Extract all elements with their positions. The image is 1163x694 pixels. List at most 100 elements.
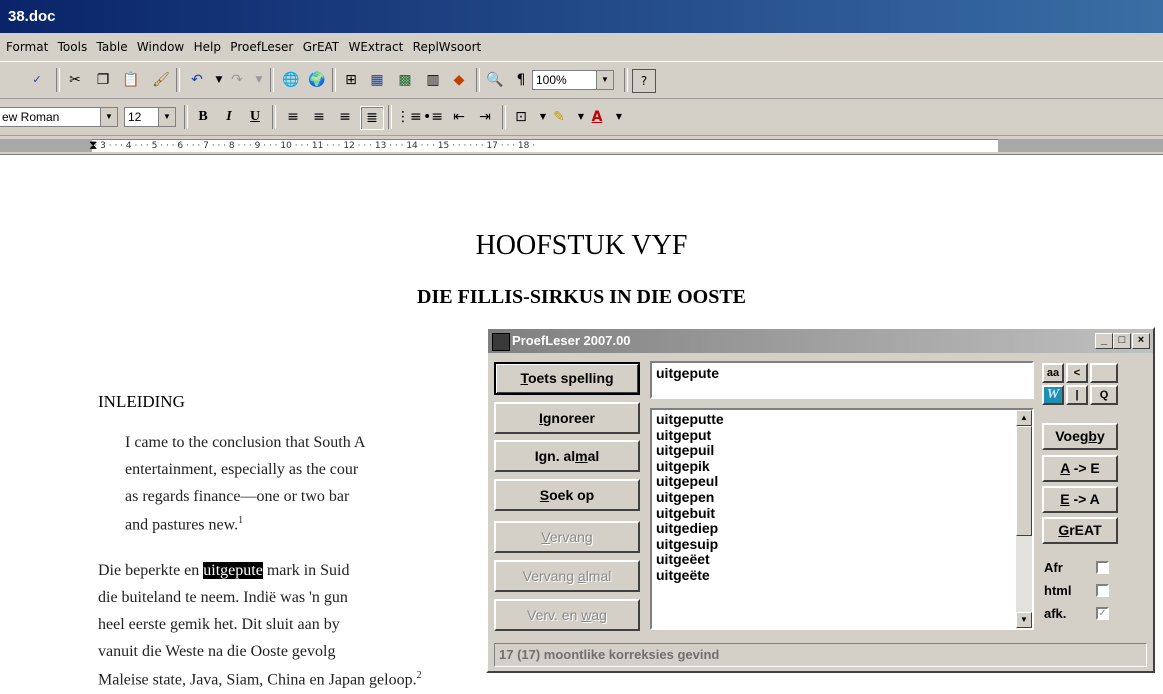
align-right-icon[interactable]: ≡ bbox=[334, 106, 356, 128]
replace-button[interactable]: Vervang bbox=[494, 521, 640, 553]
suggestions-list[interactable]: uitgeputte uitgeput uitgepuil uitgepik u… bbox=[650, 408, 1034, 630]
q-button[interactable]: Q bbox=[1090, 385, 1118, 405]
suggestion-item[interactable]: uitgepen bbox=[656, 489, 1028, 506]
decrease-indent-icon[interactable]: ⇤ bbox=[448, 106, 470, 128]
highlighted-word[interactable]: uitgepute bbox=[203, 562, 263, 579]
web-toolbar-icon[interactable]: 🌍 bbox=[306, 69, 328, 91]
window-title-bar[interactable]: 38.doc bbox=[0, 0, 1163, 33]
highlight-icon[interactable]: ✎ bbox=[548, 106, 570, 128]
dialog-title-bar[interactable]: ProefLeser 2007.00 _ □ × bbox=[488, 329, 1153, 353]
previous-button[interactable]: < bbox=[1066, 363, 1088, 383]
close-icon[interactable]: × bbox=[1132, 333, 1150, 349]
menu-wextract[interactable]: WExtract bbox=[348, 33, 403, 61]
suggestion-item[interactable]: uitgeput bbox=[656, 427, 1028, 444]
menu-help[interactable]: Help bbox=[194, 33, 221, 61]
html-checkbox[interactable] bbox=[1096, 584, 1109, 597]
button-label-post: rEAT bbox=[1069, 522, 1102, 538]
quote-line: I came to the conclusion that South A bbox=[125, 434, 366, 451]
cut-icon[interactable]: ✂ bbox=[64, 69, 86, 91]
suggestions-scrollbar[interactable]: ▲ ▼ bbox=[1016, 410, 1032, 628]
suggestion-item[interactable]: uitgepik bbox=[656, 458, 1028, 475]
indent-marker-icon[interactable]: ⧗ bbox=[89, 138, 97, 153]
spelling-icon[interactable]: ✓ bbox=[26, 69, 48, 91]
ignore-button[interactable]: Ignoreer bbox=[494, 402, 640, 434]
font-name-combo[interactable]: ew Roman ▼ bbox=[0, 107, 118, 127]
numbering-icon[interactable]: ⋮≡ bbox=[396, 106, 422, 128]
scroll-down-icon[interactable]: ▼ bbox=[1016, 612, 1032, 628]
menu-proefleser[interactable]: ProefLeser bbox=[230, 33, 293, 61]
add-word-button[interactable]: Voegby bbox=[1042, 423, 1118, 450]
chevron-down-icon[interactable]: ▼ bbox=[100, 108, 117, 126]
align-center-icon[interactable]: ≡ bbox=[308, 106, 330, 128]
insert-table-icon[interactable]: ▦ bbox=[366, 69, 388, 91]
redo-icon[interactable]: ↷ bbox=[226, 69, 248, 91]
paste-icon[interactable]: 📋 bbox=[120, 69, 142, 91]
word-icon[interactable]: W bbox=[1042, 385, 1064, 405]
footnote-ref[interactable]: 1 bbox=[238, 515, 243, 526]
button-label-post: al bbox=[587, 448, 600, 464]
undo-icon[interactable]: ↶ bbox=[186, 69, 208, 91]
maximize-icon[interactable]: □ bbox=[1113, 333, 1131, 349]
font-size-combo[interactable]: 12 ▼ bbox=[124, 107, 176, 127]
great-button[interactable]: GrEAT bbox=[1042, 517, 1118, 544]
show-hide-icon[interactable]: ¶ bbox=[510, 69, 532, 91]
suggestion-item[interactable]: uitgeëet bbox=[656, 552, 1028, 568]
underline-icon[interactable]: U bbox=[244, 106, 266, 128]
ruler-margin-right bbox=[998, 139, 1163, 152]
afk-checkbox[interactable]: ✓ bbox=[1096, 607, 1109, 620]
suggestion-item[interactable]: uitgediep bbox=[656, 521, 1028, 537]
ignore-all-button[interactable]: Ign. almal bbox=[494, 440, 640, 472]
replace-all-button[interactable]: Vervang almal bbox=[494, 560, 640, 592]
blank-button[interactable] bbox=[1090, 363, 1118, 383]
bullets-icon[interactable]: •≡ bbox=[422, 106, 444, 128]
scroll-up-icon[interactable]: ▲ bbox=[1016, 410, 1032, 426]
minimize-icon[interactable]: _ bbox=[1095, 333, 1113, 349]
redo-dropdown-icon[interactable]: ▼ bbox=[248, 69, 270, 91]
italic-icon[interactable]: I bbox=[218, 106, 240, 128]
chevron-down-icon[interactable]: ▼ bbox=[158, 108, 175, 126]
increase-indent-icon[interactable]: ⇥ bbox=[474, 106, 496, 128]
lowercase-button[interactable]: aa bbox=[1042, 363, 1064, 383]
suggestion-item[interactable]: uitgepuil bbox=[656, 443, 1028, 459]
copy-icon[interactable]: ❐ bbox=[92, 69, 114, 91]
align-left-icon[interactable]: ≡ bbox=[282, 106, 304, 128]
font-size-value: 12 bbox=[128, 110, 142, 124]
insert-hyperlink-icon[interactable]: 🌐 bbox=[280, 69, 302, 91]
english-to-afrikaans-button[interactable]: E -> A bbox=[1042, 486, 1118, 513]
bold-icon[interactable]: B bbox=[192, 106, 214, 128]
suggestion-item[interactable]: uitgepeul bbox=[656, 474, 1028, 490]
justify-icon[interactable]: ≣ bbox=[360, 106, 384, 130]
afr-checkbox[interactable] bbox=[1096, 561, 1109, 574]
menu-format[interactable]: Format bbox=[6, 33, 48, 61]
scroll-thumb[interactable] bbox=[1016, 426, 1032, 536]
document-map-icon[interactable]: 🔍 bbox=[484, 69, 506, 91]
drawing-icon[interactable]: ◆ bbox=[448, 69, 470, 91]
suggestion-item[interactable]: uitgeputte bbox=[656, 411, 1028, 428]
suggestion-item[interactable]: uitgebuit bbox=[656, 505, 1028, 522]
misspelled-word-field[interactable]: uitgepute bbox=[650, 361, 1034, 399]
ruler[interactable]: · 1 · · · · · · 1 · · · 2 · · · 3 · · · … bbox=[0, 136, 1163, 155]
replace-and-wait-button[interactable]: Verv. en wag bbox=[494, 599, 640, 631]
help-icon[interactable]: ? bbox=[632, 69, 656, 93]
suggestion-item[interactable]: uitgesuip bbox=[656, 536, 1028, 553]
borders-icon[interactable]: ⊡ bbox=[510, 106, 532, 128]
columns-icon[interactable]: ▥ bbox=[422, 69, 444, 91]
chevron-down-icon[interactable]: ▼ bbox=[596, 71, 613, 89]
check-spelling-button[interactable]: Toets spelling bbox=[494, 362, 640, 395]
afrikaans-to-english-button[interactable]: A -> E bbox=[1042, 455, 1118, 482]
zoom-combo[interactable]: 100% ▼ bbox=[532, 70, 614, 90]
menu-replwsoort[interactable]: ReplWsoort bbox=[413, 33, 482, 61]
footnote-ref[interactable]: 2 bbox=[417, 670, 422, 681]
separator-button[interactable]: | bbox=[1066, 385, 1088, 405]
menu-table[interactable]: Table bbox=[97, 33, 128, 61]
chevron-down-icon[interactable]: ▼ bbox=[608, 106, 630, 128]
look-up-button[interactable]: Soek op bbox=[494, 479, 640, 511]
menu-tools[interactable]: Tools bbox=[58, 33, 88, 61]
suggestion-item[interactable]: uitgeëte bbox=[656, 567, 1028, 584]
menu-window[interactable]: Window bbox=[137, 33, 184, 61]
tables-borders-icon[interactable]: ⊞ bbox=[340, 69, 362, 91]
font-color-icon[interactable]: A bbox=[586, 106, 608, 128]
format-painter-icon[interactable]: 🖌 bbox=[150, 69, 172, 91]
insert-excel-icon[interactable]: ▩ bbox=[394, 69, 416, 91]
menu-great[interactable]: GrEAT bbox=[303, 33, 339, 61]
